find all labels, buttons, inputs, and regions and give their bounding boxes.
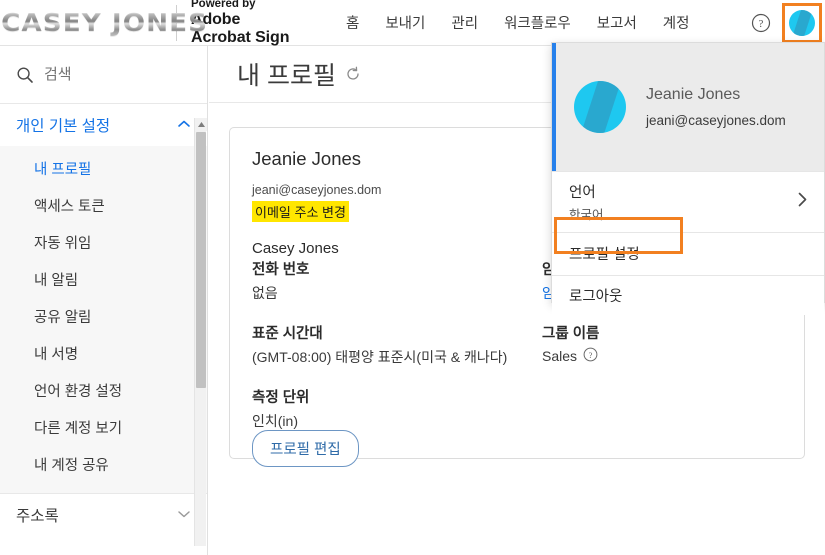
logo-text: CASEY JONES [1,8,209,37]
dropdown-item-sublabel: 한국어 [569,208,604,222]
app-root: CASEY JONES Powered by Adobe Acrobat Sig… [0,0,825,555]
nav-item-home[interactable]: 홈 [333,6,372,39]
main-nav: 홈 보내기 관리 워크플로우 보고서 계정 [333,6,702,39]
sidebar: 개인 기본 설정 내 프로필 액세스 토큰 자동 위임 내 알림 공유 알림 내… [0,46,208,555]
dropdown-user-info: Jeanie Jones jeani@caseyjones.dom [552,43,824,171]
field-phone-number: 전화 번호 없음 [252,258,542,303]
field-value: (GMT-08:00) 태평양 표준시(미국 & 캐나다) [252,349,508,365]
top-right-controls: ? [748,0,825,46]
field-label: 표준 시간대 [252,326,323,342]
info-circle-icon[interactable]: ? [583,347,598,365]
dropdown-user-text: Jeanie Jones jeani@caseyjones.dom [646,86,786,128]
chevron-down-icon [177,506,191,524]
user-avatar-icon[interactable] [789,10,815,36]
acrobat-sign-label: Acrobat Sign [191,28,290,46]
field-label: 그룹 이름 [542,326,600,342]
user-account-dropdown: Jeanie Jones jeani@caseyjones.dom 언어 한국어… [551,42,825,315]
sidebar-item-shared-notifications[interactable]: 공유 알림 [0,298,207,335]
sidebar-item-view-other-accounts[interactable]: 다른 계정 보기 [0,409,207,446]
sidebar-item-share-my-account[interactable]: 내 계정 공유 [0,446,207,483]
chevron-up-icon [177,116,191,134]
edit-profile-button[interactable]: 프로필 편집 [252,430,359,467]
dropdown-item-label: 언어 [569,185,596,201]
scroll-up-arrow-icon[interactable] [195,118,207,131]
sidebar-item-auto-delegation[interactable]: 자동 위임 [0,224,207,261]
sidebar-section-items: 내 프로필 액세스 토큰 자동 위임 내 알림 공유 알림 내 서명 언어 환경… [0,146,207,493]
profile-fields-left-column: 전화 번호 없음 표준 시간대 (GMT-08:00) 태평양 표준시(미국 &… [252,258,542,450]
dropdown-item-logout[interactable]: 로그아웃 [552,275,824,315]
adobe-acrobat-sign-branding: Powered by Adobe Acrobat Sign [191,0,321,47]
top-navigation-bar: CASEY JONES Powered by Adobe Acrobat Sig… [0,0,825,46]
field-value: 없음 [252,285,278,301]
page-title: 내 프로필 [237,62,336,90]
sidebar-item-language-settings[interactable]: 언어 환경 설정 [0,372,207,409]
field-value-row: Sales ? [542,347,792,365]
refresh-icon[interactable] [345,66,361,82]
sidebar-scrollbar[interactable] [194,118,207,546]
dropdown-item-label: 프로필 설정 [569,247,640,263]
change-email-link[interactable]: 이메일 주소 변경 [252,201,349,223]
search-icon [16,66,34,84]
chevron-right-icon [797,192,808,213]
field-label: 측정 단위 [252,390,310,406]
sidebar-section-address-book[interactable]: 주소록 [0,493,207,535]
sidebar-item-my-notifications[interactable]: 내 알림 [0,261,207,298]
field-value: Sales [542,348,578,364]
dropdown-user-email: jeani@caseyjones.dom [646,113,786,128]
powered-by-label: Powered by [191,0,256,11]
adobe-label: Adobe [191,11,241,29]
sidebar-item-my-signature[interactable]: 내 서명 [0,335,207,372]
scrollbar-thumb[interactable] [196,132,206,388]
sidebar-section-label: 개인 기본 설정 [16,118,111,135]
search-input[interactable] [44,66,174,83]
avatar-highlight-box [782,3,822,43]
nav-item-reports[interactable]: 보고서 [584,6,650,39]
sidebar-search[interactable] [0,46,207,104]
dropdown-item-label: 로그아웃 [569,289,623,305]
dropdown-user-name: Jeanie Jones [646,86,741,103]
casey-jones-logo[interactable]: CASEY JONES [0,0,207,46]
svg-text:?: ? [759,18,764,30]
nav-item-send[interactable]: 보내기 [372,6,438,39]
sidebar-item-access-tokens[interactable]: 액세스 토큰 [0,187,207,224]
nav-item-account[interactable]: 계정 [650,6,703,39]
svg-text:?: ? [589,350,593,360]
nav-item-workflow[interactable]: 워크플로우 [491,6,584,39]
sidebar-section-label: 주소록 [16,507,59,525]
field-unit-of-measure: 측정 단위 인치(in) [252,386,542,431]
field-label: 전화 번호 [252,262,310,278]
dropdown-item-language[interactable]: 언어 한국어 [552,171,824,232]
question-mark-circle-icon[interactable]: ? [748,10,774,36]
sidebar-item-my-profile[interactable]: 내 프로필 [0,150,207,187]
field-time-zone: 표준 시간대 (GMT-08:00) 태평양 표준시(미국 & 캐나다) [252,322,542,367]
field-value: 인치(in) [252,413,298,429]
user-avatar-icon [574,81,626,133]
sidebar-section-personal-preferences[interactable]: 개인 기본 설정 [0,104,207,146]
nav-item-manage[interactable]: 관리 [438,6,491,39]
field-group-name: 그룹 이름 Sales ? [542,322,792,365]
dropdown-item-profile-settings[interactable]: 프로필 설정 [552,232,824,275]
